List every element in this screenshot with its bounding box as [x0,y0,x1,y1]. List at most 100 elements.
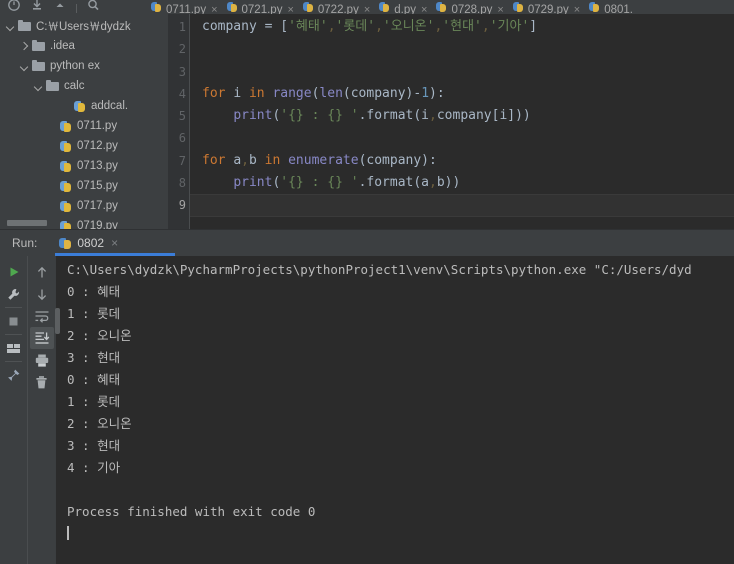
code-line[interactable] [190,38,734,60]
toolbar-divider [5,307,22,308]
console-caret-line [67,523,734,545]
tree-node-label: addcal. [91,100,129,112]
code-line[interactable]: print('{} : {} '.format(a,b)) [190,172,734,194]
close-icon[interactable]: × [574,4,580,14]
code-token: .format(i [358,108,430,124]
python-file-icon [59,120,74,133]
python-file-icon [59,160,74,173]
editor-tab[interactable]: 0801. [585,0,638,14]
tree-node[interactable]: 0717.py [0,196,168,216]
tree-node[interactable]: addcal. [0,96,168,116]
console-line: 3 : 현대 [67,438,121,453]
download-icon[interactable] [30,0,44,14]
code-line[interactable]: company = ['혜태','롯데','오니온','현대','기아'] [190,16,734,38]
tree-node[interactable]: 0715.py [0,176,168,196]
code-line[interactable]: for a,b in enumerate(company): [190,150,734,172]
editor-tab[interactable]: 0728.py × [432,0,508,14]
line-number: 9 [178,198,186,213]
stop-button[interactable] [2,310,26,332]
code-token: in [248,85,273,101]
code-token: len [319,85,343,101]
python-file-icon [436,1,448,13]
project-tool-window[interactable]: C:￦Users￦dydzk .idea python ex calc addcal. 0… [0,14,168,229]
editor-gutter[interactable]: 1 2 3 4 5 6 7 8 9 [168,14,190,229]
run-toolbar-right[interactable] [27,256,55,564]
run-toolbar-left[interactable] [0,256,27,564]
editor-tab[interactable]: 0711.py × [147,0,223,14]
console-line: Process finished with exit code 0 [67,504,316,519]
code-token: range [272,85,312,101]
layout-button[interactable] [2,337,26,359]
code-line[interactable] [190,194,734,217]
code-line[interactable]: for i in range(len(company)-1): [190,83,734,105]
chevron-down-icon[interactable] [18,56,31,76]
search-everywhere-icon[interactable] [86,0,100,14]
code-token: , [375,19,383,34]
python-file-icon [59,140,74,153]
soft-wrap-button[interactable] [30,305,54,327]
pin-tab-button[interactable] [2,364,26,386]
project-horizontal-scrollbar[interactable] [7,220,47,226]
tree-node[interactable]: python ex [0,56,168,76]
code-token: company [202,19,265,34]
console-line: 0 : 혜태 [67,284,121,299]
clear-all-button[interactable] [30,371,54,393]
line-number: 8 [178,176,186,191]
console-line: 2 : 오니온 [67,416,132,431]
tree-node[interactable]: calc [0,76,168,96]
code-token: ): [429,85,445,101]
editor-tab[interactable]: 0721.py × [223,0,299,14]
tree-node-label: C:￦Users￦dydzk [36,21,131,33]
code-token: '롯데' [335,19,376,34]
close-icon[interactable]: × [421,4,427,14]
push-up-icon[interactable] [53,0,67,14]
run-console-output[interactable]: C:\Users\dydzk\PycharmProjects\pythonPro… [55,256,734,564]
vcs-update-icon[interactable] [7,0,21,14]
project-tree[interactable]: C:￦Users￦dydzk .idea python ex calc addcal. 0… [0,14,168,229]
chevron-right-icon[interactable] [18,36,31,56]
code-line[interactable] [190,127,734,149]
python-file-icon [73,100,88,113]
python-file-icon [59,220,74,229]
console-line: 4 : 기아 [67,460,121,475]
down-the-stack-trace-button[interactable] [30,283,54,305]
tree-node[interactable]: .idea [0,36,168,56]
code-editor[interactable]: 123456789 company = ['혜태','롯데','오니온','현대… [168,14,734,229]
editor-tab[interactable]: d.py × [375,0,432,14]
code-text-area[interactable]: company = ['혜태','롯데','오니온','현대','기아'] fo… [190,14,734,229]
code-token: enumerate [288,152,359,168]
code-token: for [202,152,234,168]
rerun-button[interactable] [2,261,26,283]
code-token: for [202,85,234,101]
editor-tab-label: 0711.py [166,4,207,14]
editor-tab-bar[interactable]: 0711.py × 0721.py × 0722.py × d.py × 0728.py × 072… [147,0,734,14]
close-icon[interactable]: × [497,4,503,14]
tree-node[interactable]: 0713.py [0,156,168,176]
console-scroll-thumb[interactable] [55,308,60,334]
close-icon[interactable]: × [364,4,370,14]
toolbar-divider [5,334,22,335]
editor-tab[interactable]: 0729.py × [509,0,585,14]
tree-node[interactable]: 0711.py [0,116,168,136]
python-file-icon [151,1,163,13]
up-the-stack-trace-button[interactable] [30,261,54,283]
configure-button[interactable] [2,283,26,305]
line-number: 1 [178,20,186,34]
chevron-down-icon[interactable] [4,16,17,36]
chevron-down-icon[interactable] [32,76,45,96]
code-line[interactable] [190,61,734,83]
tree-node[interactable]: 0712.py [0,136,168,156]
code-line[interactable]: print('{} : {} '.format(i,company[i])) [190,105,734,127]
run-tool-window: Run: 0802 × C:\Users\dydzk\PycharmProjec… [0,229,734,564]
close-icon[interactable]: × [211,4,217,14]
scroll-to-end-button[interactable] [29,327,54,349]
tree-node[interactable]: C:￦Users￦dydzk [0,16,168,36]
console-left-divider [55,256,56,564]
print-button[interactable] [30,349,54,371]
editor-tab[interactable]: 0722.py × [299,0,375,14]
close-icon[interactable]: × [111,236,118,250]
close-icon[interactable]: × [287,4,293,14]
